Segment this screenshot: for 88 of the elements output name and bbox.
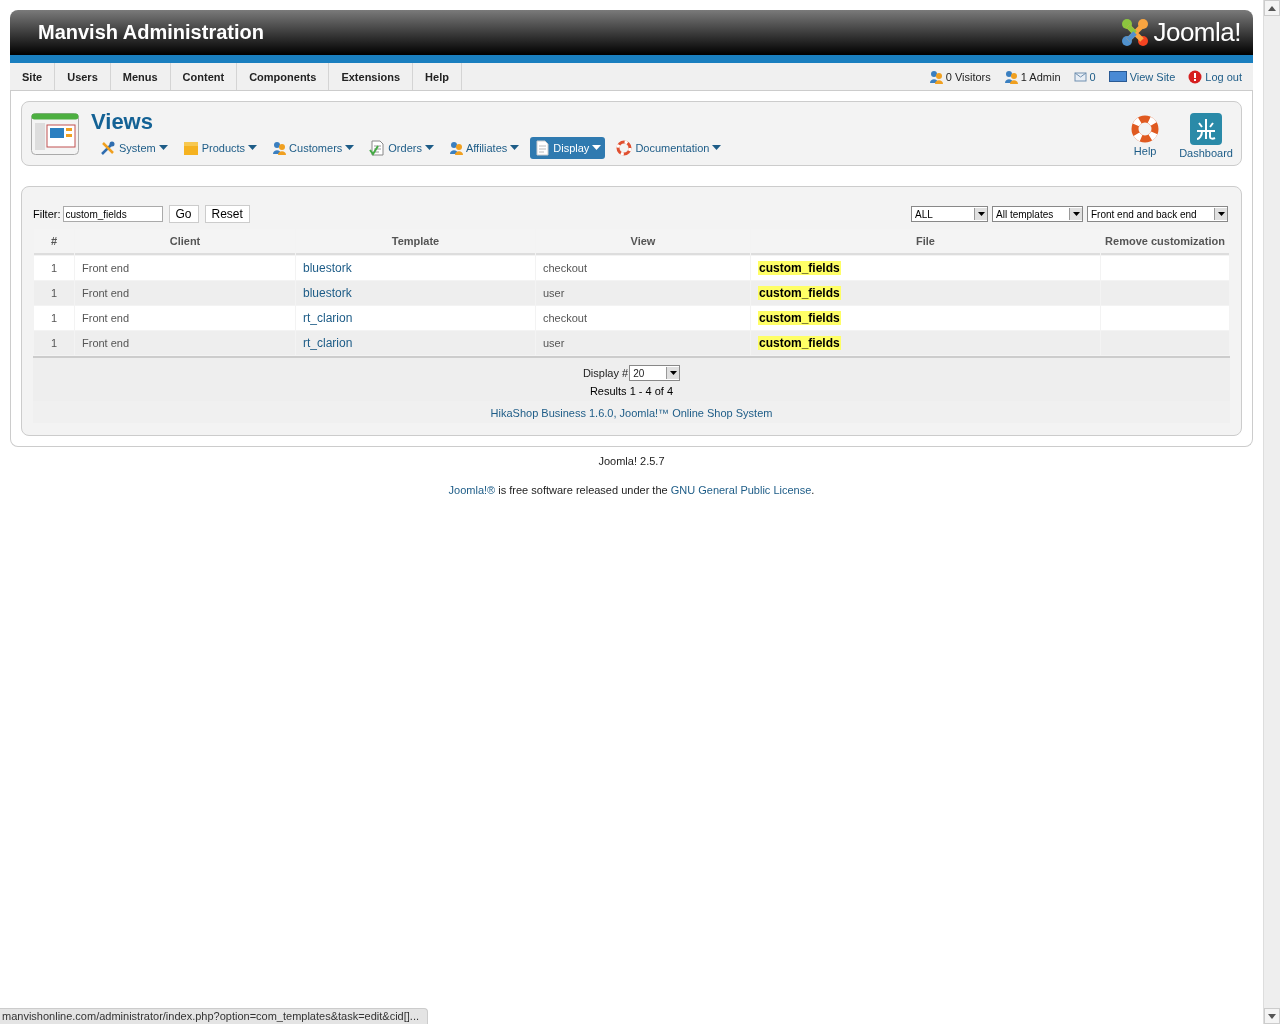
- users-icon: [448, 141, 463, 155]
- table-cell: checkout: [536, 256, 750, 280]
- caret-icon: [424, 145, 434, 151]
- box-icon: [182, 140, 199, 156]
- table-cell: user: [536, 281, 750, 305]
- toolbar-button[interactable]: Dashboard: [1179, 112, 1233, 159]
- caret-icon: [669, 371, 677, 375]
- row-number: 1: [34, 306, 74, 330]
- lifebuoy-icon: [616, 140, 633, 156]
- display-label: Display #: [582, 367, 629, 379]
- submenu-item[interactable]: System: [96, 137, 172, 159]
- file-link[interactable]: custom_fields: [758, 311, 841, 325]
- toolbar-button[interactable]: Help: [1131, 114, 1160, 157]
- template-link[interactable]: rt_clarion: [303, 311, 353, 325]
- submenu-item[interactable]: Orders: [365, 137, 438, 159]
- caret-icon: [248, 145, 258, 151]
- submenu-item[interactable]: Documentation: [612, 137, 726, 159]
- menu-item[interactable]: Site: [10, 63, 56, 90]
- row-number: 1: [34, 331, 74, 355]
- status-count: 0 Visitors: [945, 70, 991, 83]
- menu-item[interactable]: Menus: [110, 63, 171, 90]
- menu-item[interactable]: Help: [413, 63, 462, 90]
- window-layout-icon: [31, 112, 79, 155]
- filter-label: Filter:: [33, 208, 61, 220]
- table-cell: Front end: [75, 256, 295, 280]
- status-link[interactable]: View Site: [1129, 70, 1176, 83]
- table-cell: Front end: [75, 281, 295, 305]
- lifebuoy-icon: [1131, 114, 1160, 143]
- submenu-item[interactable]: Display: [530, 137, 606, 159]
- results-count: Results 1 - 4 of 4: [589, 385, 674, 397]
- envelope-icon: [1073, 70, 1087, 83]
- glyph-tile-icon: [1190, 112, 1223, 145]
- down-arrow-icon: [1268, 1013, 1276, 1019]
- file-link[interactable]: custom_fields: [758, 261, 841, 275]
- table-cell: checkout: [536, 306, 750, 330]
- page-title: Views: [91, 110, 154, 134]
- table-cell: Front end: [75, 331, 295, 355]
- license-text: Joomla!® is free software released under the GNU General Public License.: [448, 484, 815, 496]
- caret-icon: [977, 212, 985, 216]
- menu-item[interactable]: Extensions: [329, 63, 414, 90]
- submenu-item[interactable]: Customers: [268, 137, 359, 159]
- scroll-up-button[interactable]: [1264, 0, 1280, 16]
- file-link[interactable]: custom_fields: [758, 286, 841, 300]
- table-cell: user: [536, 331, 750, 355]
- row-number: 1: [34, 256, 74, 280]
- users-icon: [272, 141, 287, 155]
- menu-item[interactable]: Users: [55, 63, 111, 90]
- joomla-link[interactable]: Joomla!®: [448, 484, 496, 496]
- scroll-down-button[interactable]: [1264, 1008, 1280, 1024]
- users-icon: [1003, 69, 1018, 84]
- caret-icon: [345, 145, 355, 151]
- browser-status-text: manvishonline.com/administrator/index.php?option=com_templates&task=edit&cid[]...: [0, 1008, 428, 1024]
- caret-icon: [592, 145, 602, 151]
- template-link[interactable]: rt_clarion: [303, 336, 353, 350]
- logo-wordmark: Joomla!: [1153, 17, 1241, 48]
- filter-field[interactable]: custom_fields: [62, 206, 163, 222]
- filter-button[interactable]: Go: [168, 205, 199, 223]
- page-size-dropdown[interactable]: 20: [629, 365, 681, 381]
- monitor-icon: [1108, 70, 1127, 83]
- tools-icon: [100, 140, 116, 156]
- template-link[interactable]: bluestork: [303, 286, 352, 300]
- submenu-item[interactable]: Affiliates: [444, 137, 524, 159]
- version-text: Joomla! 2.5.7: [598, 455, 665, 467]
- table-cell: Front end: [75, 306, 295, 330]
- caret-icon: [1072, 212, 1080, 216]
- dropdown[interactable]: Front end and back end: [1087, 206, 1228, 222]
- status-link[interactable]: 0: [1089, 70, 1096, 83]
- menu-item[interactable]: Content: [170, 63, 238, 90]
- dropdown[interactable]: All templates: [992, 206, 1083, 222]
- caret-icon: [158, 145, 168, 151]
- status-link[interactable]: Log out: [1205, 70, 1242, 83]
- status-count: 1 Admin: [1020, 70, 1061, 83]
- exclamation-icon: [1188, 69, 1203, 84]
- row-number: 1: [34, 281, 74, 305]
- submenu-item[interactable]: Products: [178, 137, 262, 159]
- menu-item[interactable]: Components: [237, 63, 330, 90]
- site-title: Manvish Administration: [38, 21, 264, 44]
- up-arrow-icon: [1268, 5, 1276, 11]
- users-icon: [928, 69, 943, 84]
- document-icon: [534, 140, 551, 156]
- dropdown[interactable]: ALL: [911, 206, 988, 222]
- file-link[interactable]: custom_fields: [758, 336, 841, 350]
- checked-document-icon: [369, 140, 386, 156]
- caret-icon: [712, 145, 722, 151]
- filter-button[interactable]: Reset: [204, 205, 250, 223]
- caret-icon: [1217, 212, 1225, 216]
- caret-icon: [510, 145, 520, 151]
- template-link[interactable]: bluestork: [303, 261, 352, 275]
